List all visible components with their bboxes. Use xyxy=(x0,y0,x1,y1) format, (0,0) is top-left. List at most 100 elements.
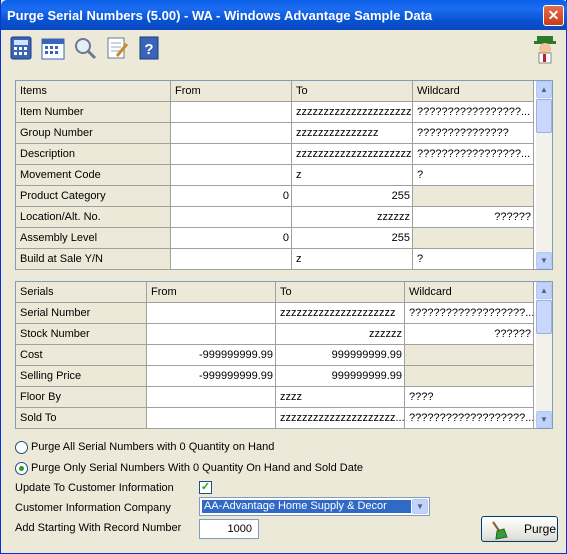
grid-cell[interactable]: -999999999.99 xyxy=(147,366,276,387)
scroll-thumb[interactable] xyxy=(536,99,552,133)
scroll-thumb[interactable] xyxy=(536,300,552,334)
update-customer-checkbox[interactable]: ✓ xyxy=(199,481,212,494)
scroll-up-arrow-icon[interactable]: ▲ xyxy=(536,81,552,98)
grid-cell[interactable]: z xyxy=(292,249,413,270)
column-header: To xyxy=(292,81,413,102)
grid-cell[interactable]: ???? xyxy=(405,387,534,408)
record-number-input[interactable]: 1000 xyxy=(199,519,259,539)
grid-cell[interactable]: ?????? xyxy=(413,207,534,228)
grid-cell[interactable]: 0 xyxy=(171,186,292,207)
vertical-scrollbar[interactable]: ▲ ▼ xyxy=(536,282,552,428)
grid-cell[interactable]: 999999999.99 xyxy=(276,366,405,387)
row-label: Floor By xyxy=(16,387,147,408)
company-selected-value: AA-Advantage Home Supply & Decor xyxy=(202,500,411,513)
grid-cell[interactable] xyxy=(171,123,292,144)
column-header: Wildcard xyxy=(413,81,534,102)
calendar-icon[interactable] xyxy=(39,34,67,62)
scroll-down-arrow-icon[interactable]: ▼ xyxy=(536,252,552,269)
magnifier-icon[interactable] xyxy=(71,34,99,62)
purge-all-radio[interactable] xyxy=(15,441,28,454)
row-label: Location/Alt. No. xyxy=(16,207,171,228)
grid-cell[interactable]: ???????????????????... xyxy=(405,303,534,324)
grid-cell[interactable]: ?????????????????... xyxy=(413,102,534,123)
grid-cell[interactable] xyxy=(147,408,276,429)
purge-sold-label: Purge Only Serial Numbers With 0 Quantit… xyxy=(31,462,363,474)
grid-cell[interactable]: zzzz xyxy=(276,387,405,408)
grid-cell[interactable]: zzzzzzzzzzzzzzzzzzzzz xyxy=(292,102,413,123)
grid-cell[interactable] xyxy=(171,249,292,270)
notepad-icon[interactable] xyxy=(103,34,131,62)
grid-cell[interactable]: ?????? xyxy=(405,324,534,345)
radio-selected-dot xyxy=(19,466,24,471)
purge-serial-numbers-window: Purge Serial Numbers (5.00) - WA - Windo… xyxy=(0,0,567,554)
window-title: Purge Serial Numbers (5.00) - WA - Windo… xyxy=(7,8,433,23)
row-label: Description xyxy=(16,144,171,165)
purge-all-label: Purge All Serial Numbers with 0 Quantity… xyxy=(31,441,275,453)
grid-cell[interactable] xyxy=(147,324,276,345)
row-label: Stock Number xyxy=(16,324,147,345)
items-grid[interactable]: Items From To Wildcard Item Number zzzzzzzzzz… xyxy=(15,80,553,270)
purge-button-label: Purge xyxy=(524,522,557,536)
scroll-down-arrow-icon[interactable]: ▼ xyxy=(536,411,552,428)
grid-cell[interactable]: -999999999.99 xyxy=(147,345,276,366)
grid-cell[interactable] xyxy=(147,303,276,324)
grid-cell[interactable]: zzzzzz xyxy=(292,207,413,228)
column-header: Items xyxy=(16,81,171,102)
title-bar: Purge Serial Numbers (5.00) - WA - Windo… xyxy=(1,0,567,30)
purge-button[interactable]: Purge xyxy=(481,516,558,542)
grid-cell[interactable]: z xyxy=(292,165,413,186)
help-book-icon[interactable]: ? xyxy=(135,34,163,62)
grid-cell[interactable]: 255 xyxy=(292,228,413,249)
column-header: From xyxy=(147,282,276,303)
broom-icon xyxy=(492,521,508,540)
grid-cell[interactable]: zzzzzzzzzzzzzzzzzzzzz xyxy=(276,303,405,324)
company-label: Customer Information Company xyxy=(15,502,171,514)
grid-cell[interactable]: 255 xyxy=(292,186,413,207)
row-label: Cost xyxy=(16,345,147,366)
grid-cell[interactable]: zzzzzzzzzzzzzzzzzzzzz xyxy=(292,144,413,165)
grid-cell[interactable] xyxy=(413,228,534,249)
grid-cell[interactable] xyxy=(171,165,292,186)
grid-cell[interactable]: zzzzzzzzzzzzzzzzzzzzz... xyxy=(276,408,405,429)
scroll-up-arrow-icon[interactable]: ▲ xyxy=(536,282,552,299)
grid-cell[interactable] xyxy=(147,387,276,408)
row-label: Movement Code xyxy=(16,165,171,186)
update-customer-label: Update To Customer Information xyxy=(15,482,174,494)
grid-cell[interactable] xyxy=(171,144,292,165)
column-header: To xyxy=(276,282,405,303)
row-label: Selling Price xyxy=(16,366,147,387)
grid-cell[interactable] xyxy=(413,186,534,207)
row-label: Assembly Level xyxy=(16,228,171,249)
row-label: Item Number xyxy=(16,102,171,123)
grid-cell[interactable]: ? xyxy=(413,165,534,186)
company-dropdown[interactable]: AA-Advantage Home Supply & Decor ▼ xyxy=(199,497,430,516)
grid-cell[interactable]: ? xyxy=(413,249,534,270)
grid-cell[interactable] xyxy=(171,207,292,228)
grid-cell[interactable] xyxy=(405,345,534,366)
row-label: Build at Sale Y/N xyxy=(16,249,171,270)
close-button[interactable]: ✕ xyxy=(543,5,564,26)
chevron-down-icon[interactable]: ▼ xyxy=(412,499,428,514)
grid-cell[interactable]: 0 xyxy=(171,228,292,249)
row-label: Product Category xyxy=(16,186,171,207)
grid-cell[interactable] xyxy=(405,366,534,387)
grid-cell[interactable]: zzzzzzzzzzzzzzz xyxy=(292,123,413,144)
purge-sold-radio[interactable] xyxy=(15,462,28,475)
grid-cell[interactable]: ??????????????? xyxy=(413,123,534,144)
grid-cell[interactable]: 999999999.99 xyxy=(276,345,405,366)
mascot-icon xyxy=(531,34,561,66)
grid-cell[interactable] xyxy=(171,102,292,123)
column-header: Serials xyxy=(16,282,147,303)
calculator-icon[interactable] xyxy=(7,34,35,62)
serials-grid[interactable]: Serials From To Wildcard Serial Number zzzzzz… xyxy=(15,281,553,429)
row-label: Serial Number xyxy=(16,303,147,324)
column-header: Wildcard xyxy=(405,282,534,303)
grid-cell[interactable]: ???????????????????... xyxy=(405,408,534,429)
grid-cell[interactable]: zzzzzz xyxy=(276,324,405,345)
record-number-label: Add Starting With Record Number xyxy=(15,522,182,534)
vertical-scrollbar[interactable]: ▲ ▼ xyxy=(536,81,552,269)
svg-text:?: ? xyxy=(144,41,153,58)
row-label: Group Number xyxy=(16,123,171,144)
column-header: From xyxy=(171,81,292,102)
grid-cell[interactable]: ?????????????????... xyxy=(413,144,534,165)
